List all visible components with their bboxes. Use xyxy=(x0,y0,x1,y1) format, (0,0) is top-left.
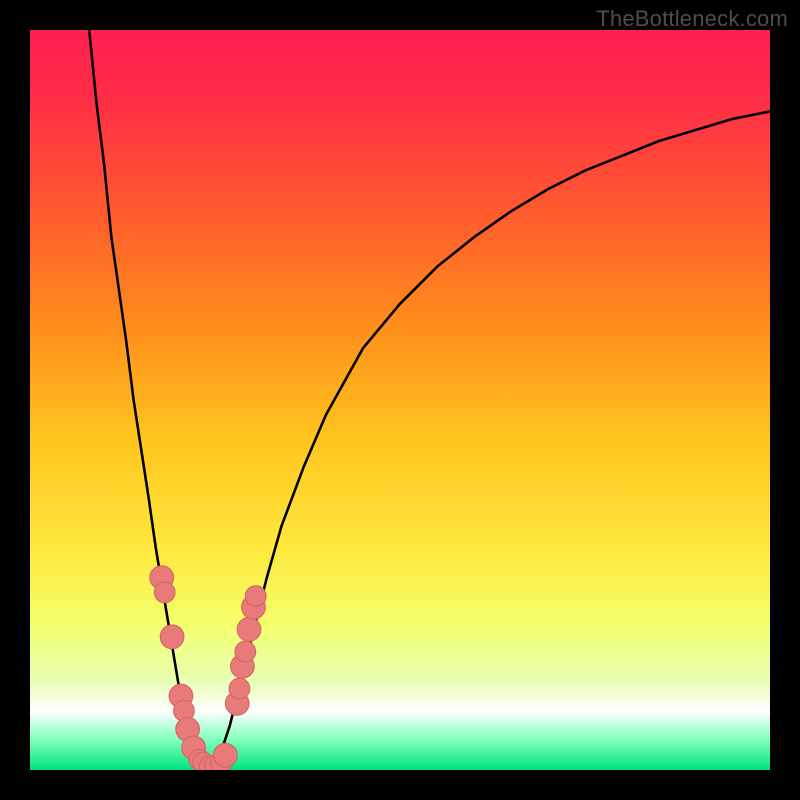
watermark-text: TheBottleneck.com xyxy=(596,6,788,32)
data-marker xyxy=(229,678,250,699)
plot-area xyxy=(30,30,770,770)
left-curve xyxy=(30,30,208,770)
right-curve xyxy=(208,111,770,770)
curve-layer xyxy=(30,30,770,770)
chart-frame: TheBottleneck.com xyxy=(0,0,800,800)
data-marker xyxy=(154,582,175,603)
data-marker xyxy=(235,641,256,662)
data-marker xyxy=(237,618,261,642)
data-marker xyxy=(160,625,184,649)
data-marker xyxy=(245,586,266,607)
data-markers xyxy=(150,566,266,770)
data-marker xyxy=(214,743,238,767)
